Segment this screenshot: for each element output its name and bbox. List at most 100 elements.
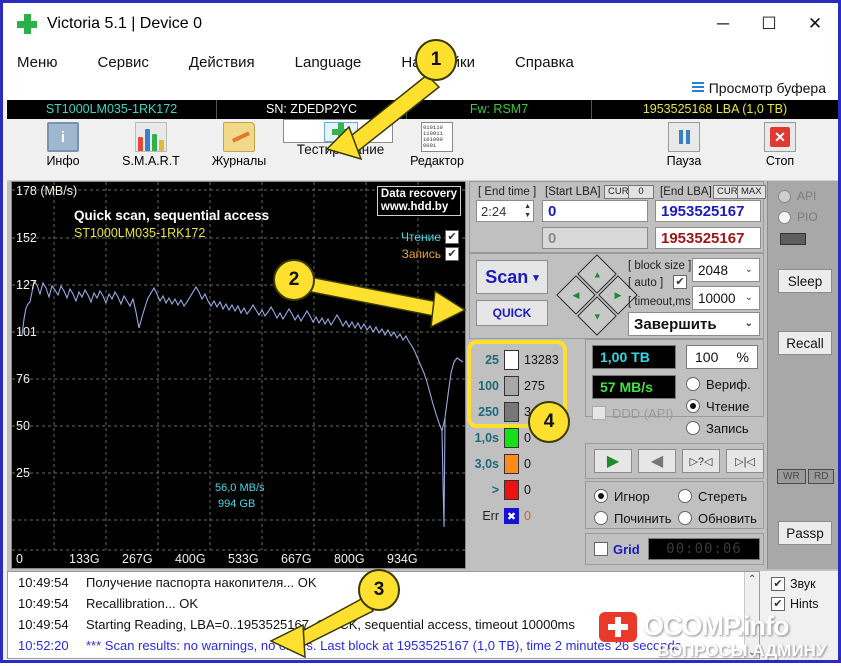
x-tick-0: 0 xyxy=(16,552,23,566)
toolbar-button-info[interactable]: i Инфо xyxy=(19,119,107,179)
x-tick-934G: 934G xyxy=(387,552,418,566)
wr-button[interactable]: WR xyxy=(777,469,806,484)
rd-button[interactable]: RD xyxy=(808,469,834,484)
minimize-button[interactable]: ─ xyxy=(700,3,746,44)
status-indicator xyxy=(780,233,806,245)
hints-row[interactable]: ✔ Hints xyxy=(771,597,838,611)
pio-radio[interactable] xyxy=(778,211,791,224)
grid-clock-group: Grid 00:00:06 xyxy=(585,533,764,565)
watermark-subtitle: ВОПРОСЫ АДМИНУ xyxy=(657,641,827,661)
grid-label: Grid xyxy=(613,542,640,557)
toolbar-button-pause[interactable]: Пауза xyxy=(640,119,728,179)
passp-button[interactable]: Passp xyxy=(778,521,832,545)
buffer-row: Просмотр буфера xyxy=(3,75,838,100)
legend-swatch xyxy=(504,454,519,474)
sleep-button[interactable]: Sleep xyxy=(778,269,832,293)
erase-radio[interactable] xyxy=(678,489,692,503)
toolbar-label-stop: Стоп xyxy=(766,154,794,168)
menu-item-service[interactable]: Сервис xyxy=(78,54,169,71)
write-checkbox[interactable]: ✔ xyxy=(445,247,459,261)
sound-row[interactable]: ✔ Звук xyxy=(771,577,838,591)
block-size-value: 2048 xyxy=(698,263,728,278)
start-lba-input[interactable]: 0 xyxy=(542,200,648,222)
action-label-repair: Починить xyxy=(614,511,672,526)
end-lba-input[interactable]: 1953525167 xyxy=(655,200,761,222)
hdd-by-watermark: Data recovery www.hdd.by xyxy=(377,186,461,216)
toolbar-button-logs[interactable]: Журналы xyxy=(195,119,283,179)
write-radio[interactable] xyxy=(686,421,700,435)
end-time-value: 2:24 xyxy=(481,204,506,219)
mode-row-read[interactable]: Чтение xyxy=(686,395,749,417)
read-toggle-row[interactable]: Чтение ✔ xyxy=(401,230,459,244)
api-radio[interactable] xyxy=(778,190,791,203)
pio-row[interactable]: PIO xyxy=(778,210,818,224)
nav-back-button[interactable]: ◀ xyxy=(638,449,676,473)
view-buffer-label: Просмотр буфера xyxy=(709,80,826,96)
nav-query-button[interactable]: ▷?◁ xyxy=(682,449,720,473)
recall-button[interactable]: Recall xyxy=(778,331,832,355)
toolbar-label-smart: S.M.A.R.T xyxy=(122,154,180,168)
read-checkbox[interactable]: ✔ xyxy=(445,230,459,244)
spinner-arrows-icon[interactable]: ▲▼ xyxy=(524,202,531,220)
repair-radio[interactable] xyxy=(594,511,608,525)
action-row-erase[interactable]: Стереть xyxy=(678,485,747,507)
log-text: Starting Reading, LBA=0..1953525167, QUI… xyxy=(86,617,575,632)
end-time-label: [ End time ] xyxy=(478,186,536,198)
view-buffer-button[interactable]: Просмотр буфера xyxy=(692,80,826,96)
chevron-down-icon: ⌄ xyxy=(745,264,753,275)
menu-item-menu[interactable]: Меню xyxy=(3,54,78,71)
mode-row-verify[interactable]: Вериф. xyxy=(686,373,751,395)
end-time-field[interactable]: 2:24 ▲▼ xyxy=(476,200,534,222)
menu-item-language[interactable]: Language xyxy=(275,54,382,71)
grid-checkbox[interactable] xyxy=(594,542,608,556)
menu-item-actions[interactable]: Действия xyxy=(169,54,275,71)
graph-subtitle: ST1000LM035-1RK172 xyxy=(74,226,205,240)
mode-row-write[interactable]: Запись xyxy=(686,417,749,439)
action-row-refresh[interactable]: Обновить xyxy=(678,507,757,529)
callout-3: 3 xyxy=(358,569,400,611)
scroll-up-icon[interactable]: ⌃ xyxy=(748,574,756,585)
action-row-repair[interactable]: Починить xyxy=(594,507,672,529)
hints-checkbox[interactable]: ✔ xyxy=(771,597,785,611)
grid-toggle-row[interactable]: Grid xyxy=(594,538,640,560)
sound-checkbox[interactable]: ✔ xyxy=(771,577,785,591)
toolbar-button-testing[interactable]: Тестирование xyxy=(283,119,393,143)
close-button[interactable]: ✕ xyxy=(792,3,838,44)
api-row[interactable]: API xyxy=(778,189,816,203)
toolbar: i Инфо S.M.A.R.T Журналы Тестирование 01… xyxy=(7,119,838,181)
ddd-api-checkbox xyxy=(592,406,606,420)
start-lba-zero-button[interactable]: 0 xyxy=(628,185,654,199)
read-radio[interactable] xyxy=(686,399,700,413)
callout-2: 2 xyxy=(273,259,315,301)
api-label: API xyxy=(797,189,816,203)
maximize-button[interactable]: ☐ xyxy=(746,3,792,44)
legend-threshold: 1,0s xyxy=(469,431,499,445)
menu-item-help[interactable]: Справка xyxy=(495,54,594,71)
right-sidebar: API PIO Sleep Recall WR RD Passp xyxy=(767,181,838,569)
y-tick-50: 50 xyxy=(16,419,30,433)
block-size-select[interactable]: 2048 ⌄ xyxy=(692,258,760,282)
toolbar-button-stop[interactable]: ✕ Стоп xyxy=(736,119,824,179)
finish-action-select[interactable]: Завершить ⌄ xyxy=(628,312,760,336)
toolbar-label-editor: Редактор xyxy=(410,154,464,168)
scan-dropdown-button[interactable]: Scan ▾ xyxy=(476,260,548,294)
auto-checkbox[interactable]: ✔ xyxy=(673,275,687,289)
action-row-ignore[interactable]: Игнор xyxy=(594,485,650,507)
nav-play-button[interactable]: ▶ xyxy=(594,449,632,473)
nav-end-button[interactable]: ▷|◁ xyxy=(726,449,764,473)
verify-radio[interactable] xyxy=(686,377,700,391)
ignore-radio[interactable] xyxy=(594,489,608,503)
toolbar-button-editor[interactable]: 0101101100111010000001 Редактор xyxy=(393,119,481,179)
refresh-radio[interactable] xyxy=(678,511,692,525)
hdd-by-line2: www.hdd.by xyxy=(381,201,457,214)
log-time: 10:49:54 xyxy=(18,575,86,590)
toolbar-button-smart[interactable]: S.M.A.R.T xyxy=(107,119,195,179)
victoria-window: Victoria 5.1 | Device 0 ─ ☐ ✕ Меню Серви… xyxy=(0,0,841,663)
main-area: 178 (MB/s) 152 127 101 76 50 25 0 133G 2… xyxy=(7,181,838,571)
quick-button[interactable]: QUICK xyxy=(476,300,548,326)
capacity-display: 1,00 TB xyxy=(592,345,676,369)
write-toggle-row[interactable]: Запись ✔ xyxy=(401,247,459,261)
end-lba-max-button[interactable]: MAX xyxy=(737,185,766,199)
timeout-select[interactable]: 10000 ⌄ xyxy=(692,286,760,310)
speed-display: 57 MB/s xyxy=(592,375,676,399)
